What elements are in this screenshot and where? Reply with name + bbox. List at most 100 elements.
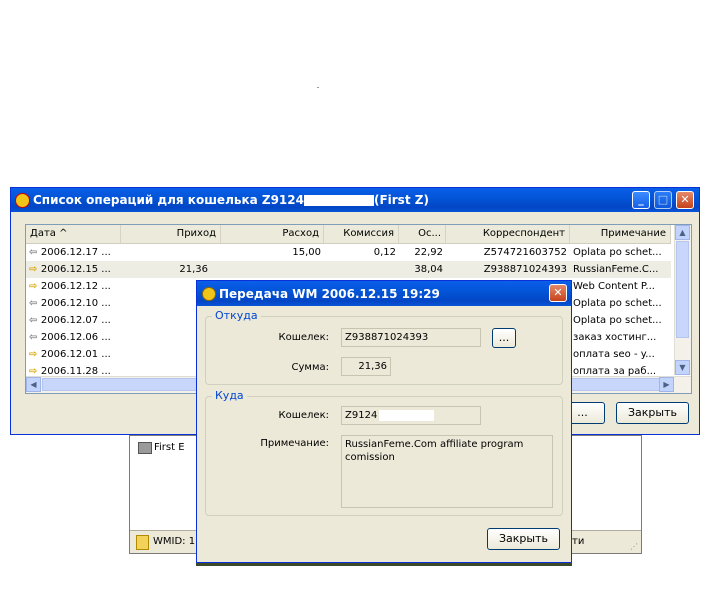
- column-date[interactable]: Дата ^: [26, 225, 121, 243]
- row-date: 2006.12.17 ...: [40, 247, 111, 258]
- resize-grip-icon[interactable]: ⋰: [630, 542, 638, 551]
- column-expense[interactable]: Расход: [221, 225, 324, 243]
- from-wallet-field[interactable]: Z938871024393: [341, 328, 481, 347]
- cell-fee: 0,12: [373, 247, 396, 258]
- cell-note: RussianFeme.C...: [573, 264, 659, 275]
- dialog-close-bottom-button[interactable]: Закрыть: [487, 528, 560, 550]
- cell-correspondent: Z574721603752: [483, 247, 567, 258]
- cell-date: ⇨ 2006.12.01 ...: [26, 346, 121, 363]
- cell-date: ⇦ 2006.12.06 ...: [26, 329, 121, 346]
- redacted-wallet: [379, 409, 435, 421]
- status-right-text: ти: [572, 536, 585, 547]
- cell-date: ⇨ 2006.12.15 ...: [26, 261, 121, 278]
- cell-note: Oplata po schet...: [573, 315, 662, 326]
- cell-income: [121, 244, 211, 261]
- chevron-left-icon: ◀: [30, 380, 37, 389]
- arrow-left-icon: ⇦: [29, 315, 41, 326]
- from-wallet-label: Кошелек:: [278, 332, 329, 343]
- amount-field[interactable]: 21,36: [341, 357, 391, 376]
- cell-note: Oplata po schet...: [573, 247, 662, 258]
- column-income[interactable]: Приход: [121, 225, 221, 243]
- cell-date: ⇦ 2006.12.07 ...: [26, 312, 121, 329]
- from-group-title: Откуда: [212, 309, 261, 322]
- cell-balance: 22,92: [414, 247, 443, 258]
- webmoney-dialog-icon: [202, 287, 216, 301]
- cell-income: 21,36: [179, 264, 208, 275]
- row-date: 2006.12.07 ...: [40, 315, 111, 326]
- cell-note: Oplata po schet...: [573, 298, 662, 309]
- dialog-close-button[interactable]: ✕: [549, 284, 567, 302]
- cell-date: ⇦ 2006.12.17 ...: [26, 244, 121, 261]
- cell-balance: 38,04: [414, 264, 443, 275]
- to-wallet-value: Z9124: [345, 410, 378, 421]
- dialog-titlebar[interactable]: Передача WM 2006.12.15 19:29 ✕: [197, 281, 571, 306]
- arrow-left-icon: ⇦: [29, 298, 41, 309]
- cell-date: ⇨ 2006.12.12 ...: [26, 278, 121, 295]
- row-date: 2006.12.06 ...: [40, 332, 111, 343]
- scroll-thumb[interactable]: [676, 241, 689, 338]
- note-label: Примечание:: [260, 438, 329, 449]
- cell-note: заказ хостинг...: [573, 332, 657, 343]
- operations-titlebar[interactable]: Список операций для кошелька Z9124 (First…: [11, 188, 699, 212]
- close-icon: ✕: [680, 193, 690, 206]
- arrow-right-icon: ⇨: [29, 264, 41, 275]
- chevron-up-icon: ▲: [679, 228, 686, 237]
- chevron-right-icon: ▶: [663, 380, 670, 389]
- arrow-left-icon: ⇦: [29, 247, 41, 258]
- column-correspondent[interactable]: Корреспондент: [446, 225, 570, 243]
- cell-expense: 15,00: [292, 247, 321, 258]
- webmoney-app-icon: [15, 193, 30, 208]
- row-date: 2006.12.01 ...: [40, 349, 111, 360]
- cell-note: Web Content P...: [573, 281, 655, 292]
- row-date: 2006.12.10 ...: [40, 298, 111, 309]
- cell-date: ⇦ 2006.12.10 ...: [26, 295, 121, 312]
- taskbar-strip: [196, 563, 572, 566]
- arrow-right-icon: ⇨: [29, 281, 41, 292]
- note-field[interactable]: RussianFeme.Com affiliate program comiss…: [341, 435, 553, 508]
- browse-wallet-button[interactable]: ...: [492, 328, 516, 348]
- to-group: Куда Кошелек: Z9124 Примечание: RussianF…: [205, 389, 563, 516]
- minimize-button[interactable]: _: [632, 191, 650, 209]
- scroll-right-button[interactable]: ▶: [659, 377, 674, 392]
- from-group: Откуда Кошелек: Z938871024393 ... Сумма:…: [205, 309, 563, 385]
- arrow-right-icon: ⇨: [29, 349, 41, 360]
- transfer-dialog: Передача WM 2006.12.15 19:29 ✕ Откуда Ко…: [196, 280, 572, 563]
- wallet-tree: First E: [132, 438, 192, 508]
- cell-note: оплата seo - y...: [573, 349, 655, 360]
- to-group-title: Куда: [212, 389, 247, 402]
- minimize-icon: _: [638, 193, 644, 206]
- table-row[interactable]: ⇦ 2006.12.17 ... 15,00 0,12 22,92 Z574721603…: [26, 244, 671, 261]
- column-fee[interactable]: Комиссия: [324, 225, 399, 243]
- cell-correspondent: Z938871024393: [483, 264, 567, 275]
- tree-item-label[interactable]: First E: [154, 442, 185, 453]
- chevron-down-icon: ▼: [679, 363, 686, 372]
- scroll-up-button[interactable]: ▲: [675, 225, 690, 240]
- to-wallet-label: Кошелек:: [278, 410, 329, 421]
- close-icon: ✕: [553, 286, 563, 299]
- close-button[interactable]: ✕: [676, 191, 694, 209]
- maximize-button[interactable]: □: [654, 191, 672, 209]
- arrow-left-icon: ⇦: [29, 332, 41, 343]
- column-balance[interactable]: Ос...: [399, 225, 446, 243]
- maximize-icon: □: [657, 193, 669, 206]
- cell-fee: [324, 261, 399, 278]
- wallet-icon: [138, 442, 152, 454]
- list-header: Дата ^ Приход Расход Комиссия Ос... Корр…: [26, 225, 671, 244]
- row-date: 2006.12.15 ...: [40, 264, 111, 275]
- to-wallet-field[interactable]: Z9124: [341, 406, 481, 425]
- background-speck: [317, 87, 319, 88]
- redacted-wallet: [303, 195, 374, 206]
- row-date: 2006.12.12 ...: [40, 281, 111, 292]
- cell-expense: [221, 261, 324, 278]
- column-note[interactable]: Примечание: [570, 225, 671, 243]
- status-wmid: WMID: 1: [153, 536, 196, 547]
- operations-close-button[interactable]: Закрыть: [616, 402, 689, 424]
- table-row[interactable]: ⇨ 2006.12.15 ... 21,36 38,04 Z938871024393 R…: [26, 261, 671, 278]
- scroll-down-button[interactable]: ▼: [675, 360, 690, 375]
- window-title: Список операций для кошелька Z9124 (First…: [33, 193, 429, 207]
- amount-label: Сумма:: [291, 362, 330, 373]
- dialog-title: Передача WM 2006.12.15 19:29: [219, 287, 440, 301]
- vertical-scrollbar[interactable]: ▲ ▼: [674, 225, 691, 375]
- scroll-left-button[interactable]: ◀: [26, 377, 41, 392]
- document-icon: [136, 535, 149, 550]
